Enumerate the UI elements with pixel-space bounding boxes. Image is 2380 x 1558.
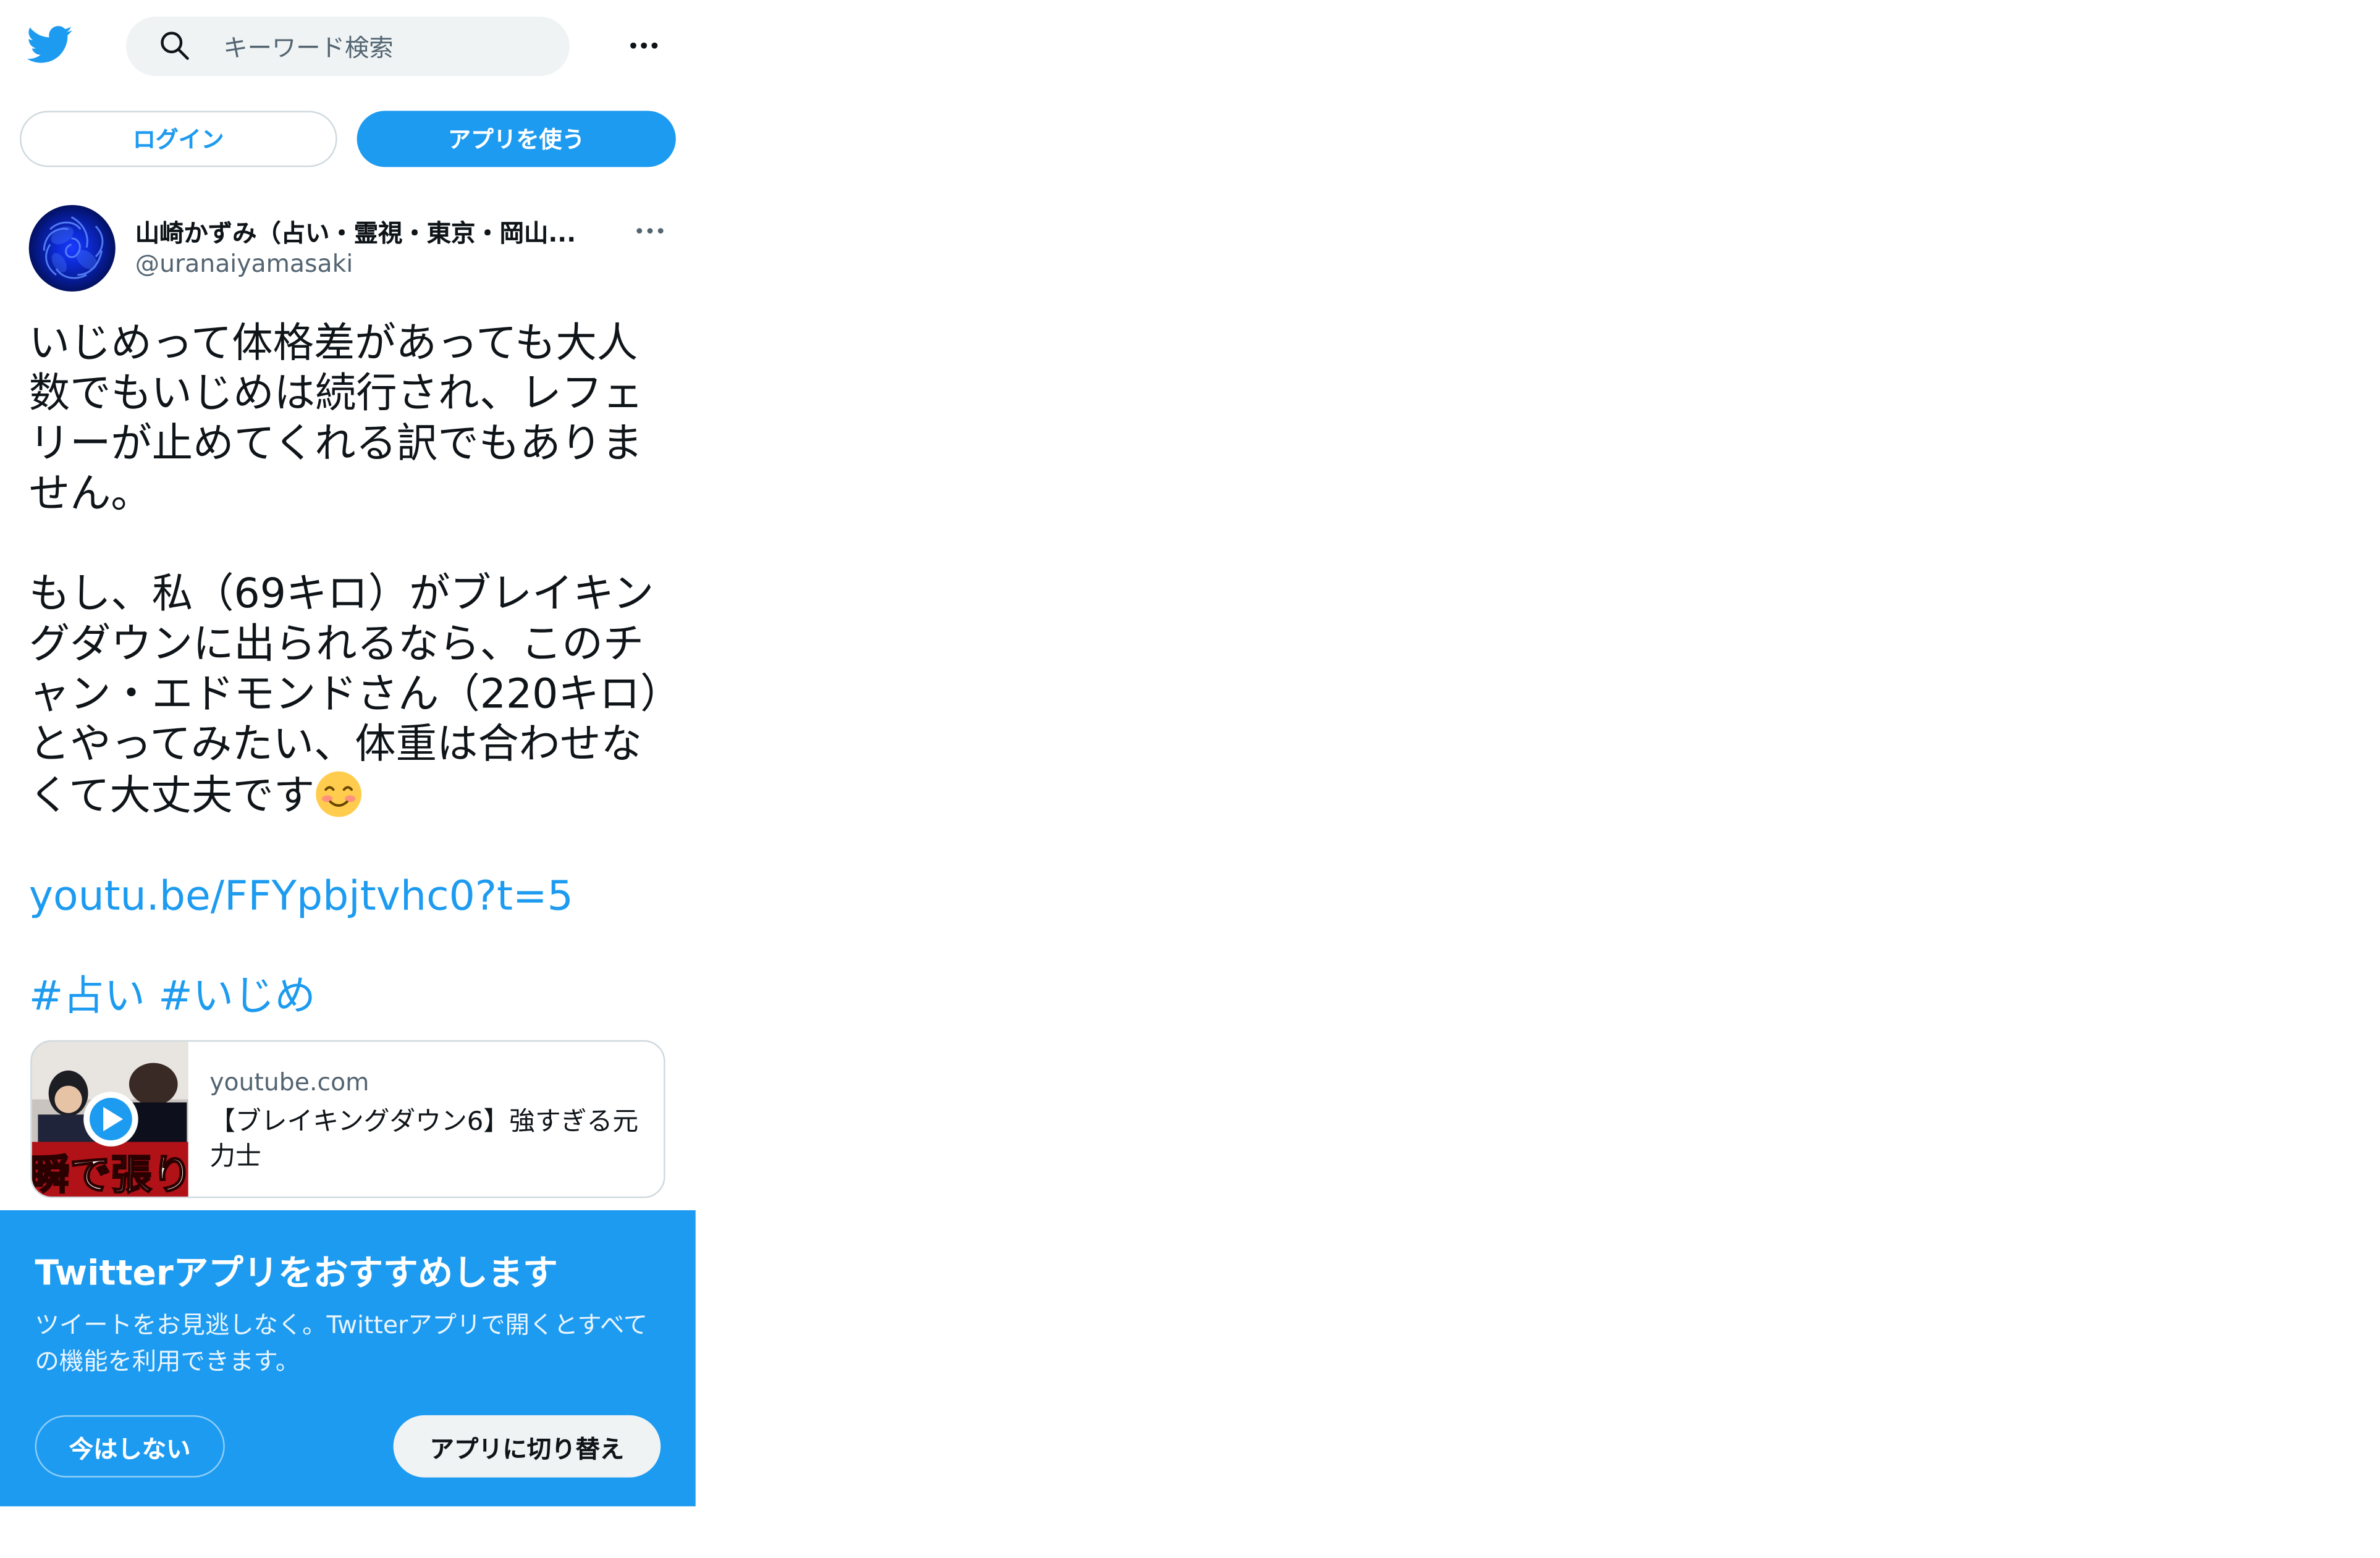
not-now-button[interactable]: 今はしない — [35, 1415, 225, 1478]
hashtag-uranai[interactable]: #占い — [29, 974, 145, 1021]
login-button[interactable]: ログイン — [19, 111, 337, 167]
tweet-more-icon[interactable] — [632, 213, 669, 249]
tweet-paragraph: もし、私（69キロ）がブレイキングダウンに出られるなら、このチャン・エドモンドさ… — [29, 570, 667, 822]
hashtag-ijime[interactable]: #いじめ — [158, 974, 316, 1021]
search-input[interactable] — [223, 30, 542, 64]
link-preview-card[interactable]: 瞬で張り倒 youtube.com 【ブレイキングダウン6】強すぎる元力士 — [30, 1040, 665, 1198]
twitter-bird-icon[interactable] — [27, 21, 73, 67]
play-icon[interactable] — [83, 1092, 138, 1146]
viewport: ログイン アプリを使う — [0, 0, 2380, 1558]
tweet-paragraph: いじめって体格差があっても大人数でもいじめは続行され、レフェリーが止めてくれる訳… — [28, 320, 644, 518]
card-domain: youtube.com — [209, 1067, 369, 1097]
switch-to-app-button[interactable]: アプリに切り替え — [393, 1415, 661, 1478]
search-box[interactable] — [126, 17, 570, 76]
promo-text: ツイートをお見逃しなく。Twitterアプリで開くとすべての機能を利用できます。 — [35, 1310, 648, 1376]
search-icon — [159, 30, 190, 61]
tweet-link[interactable]: youtu.be/FFYpbjtvhc0?t=5 — [29, 873, 573, 920]
app-promo-banner: Twitterアプリをおすすめします ツイートをお見逃しなく。Twitterアプ… — [0, 1210, 696, 1507]
hashtags: #占い #いじめ — [29, 972, 667, 1022]
avatar[interactable] — [28, 204, 116, 292]
smiling-face-icon — [314, 770, 363, 819]
promo-title: Twitterアプリをおすすめします — [35, 1254, 558, 1294]
author-name[interactable]: 山崎かずみ（占い・霊視・東京・岡山... — [135, 213, 606, 249]
more-horizontal-icon[interactable] — [626, 27, 662, 64]
tweet-text: いじめって体格差があっても大人数でもいじめは続行され、レフェリーが止めてくれる訳… — [29, 319, 667, 1022]
author-handle[interactable]: @uranaiyamasaki — [135, 249, 353, 278]
card-title: 【ブレイキングダウン6】強すぎる元力士 — [209, 1106, 639, 1173]
thumbnail-caption: 瞬で張り倒 — [32, 1151, 188, 1198]
video-thumbnail[interactable]: 瞬で張り倒 — [32, 1042, 188, 1198]
mobile-twitter-page: ログイン アプリを使う — [0, 0, 696, 1507]
tweet-link-line: youtu.be/FFYpbjtvhc0?t=5 — [29, 872, 667, 922]
use-app-button[interactable]: アプリを使う — [357, 111, 676, 167]
